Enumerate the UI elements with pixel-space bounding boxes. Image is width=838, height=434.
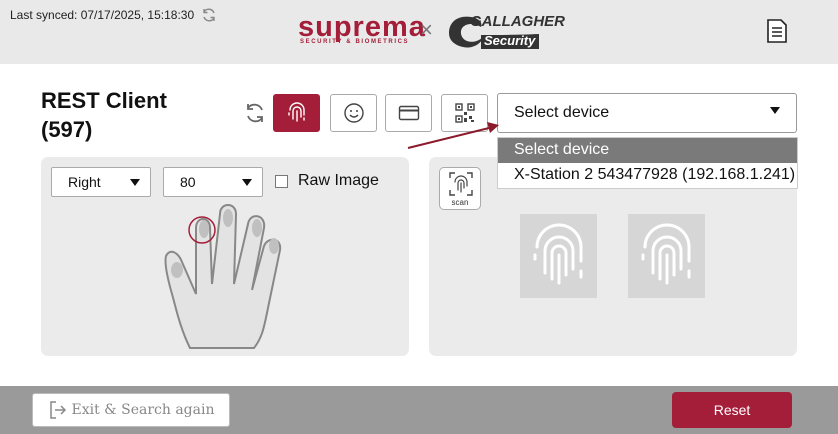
- suprema-logo: suprema: [298, 11, 426, 43]
- hand-diagram: [164, 204, 282, 349]
- quality-select[interactable]: 80: [163, 167, 263, 197]
- reset-label: Reset: [713, 402, 751, 418]
- exit-search-button[interactable]: Exit & Search again: [32, 393, 230, 427]
- fingerprint-mode-button[interactable]: [273, 94, 320, 132]
- exit-icon: [49, 401, 66, 419]
- scan-icon: [449, 172, 473, 196]
- face-mode-button[interactable]: [330, 94, 377, 132]
- device-option[interactable]: X-Station 2 543477928 (192.168.1.241): [498, 163, 797, 188]
- device-select-value: Select device: [514, 104, 610, 121]
- device-option[interactable]: Select device: [498, 138, 797, 163]
- fingerprint-template-2: [628, 214, 705, 298]
- fingerprint-template-1: [520, 214, 597, 298]
- hand-select[interactable]: Right: [51, 167, 151, 197]
- raw-image-label: Raw Image: [298, 172, 379, 189]
- quality-select-value: 80: [180, 174, 196, 190]
- last-synced-text: Last synced: 07/17/2025, 15:18:30: [10, 8, 195, 22]
- chevron-down-icon: [130, 179, 140, 186]
- raw-image-checkbox[interactable]: [275, 175, 288, 188]
- brand-separator: ×: [420, 17, 433, 42]
- pointer-arrow: [407, 122, 499, 149]
- fingerprint-icon: [287, 102, 305, 122]
- suprema-logo-subtitle: SECURITY & BIOMETRICS: [300, 39, 410, 45]
- chevron-down-icon: [242, 179, 252, 186]
- fingerprint-icon: [641, 223, 690, 285]
- fingerprint-icon: [533, 223, 582, 285]
- face-icon: [343, 103, 364, 123]
- chevron-down-icon: [770, 107, 780, 114]
- refresh-icon[interactable]: [201, 7, 217, 23]
- device-dropdown: Select device X-Station 2 543477928 (192…: [497, 137, 798, 189]
- gallagher-logo-subtitle: Security: [484, 33, 536, 48]
- document-icon[interactable]: [766, 18, 788, 44]
- scan-button[interactable]: scan: [439, 167, 481, 210]
- page-title: REST Client (597): [41, 88, 167, 142]
- device-select[interactable]: Select device: [497, 93, 797, 133]
- exit-search-label: Exit & Search again: [71, 402, 215, 418]
- gallagher-logo-text: GALLAGHER: [470, 13, 565, 30]
- refresh-devices-icon[interactable]: [243, 101, 267, 125]
- reset-button[interactable]: Reset: [672, 392, 792, 428]
- hand-select-value: Right: [68, 174, 101, 190]
- scan-label: scan: [451, 198, 469, 207]
